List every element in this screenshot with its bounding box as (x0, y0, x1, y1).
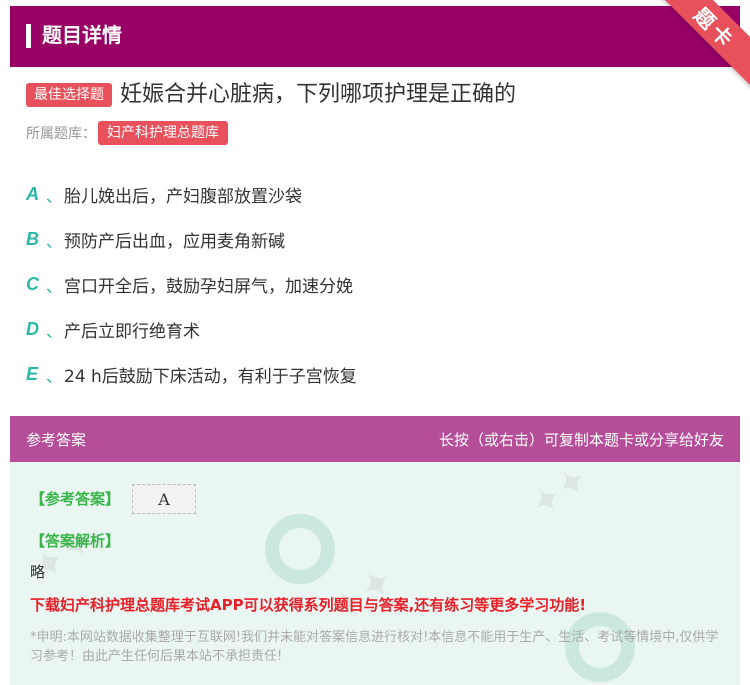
option-separator: 、 (46, 276, 63, 296)
disclaimer: *申明:本网站数据收集整理于互联网!我们并未能对答案信息进行核对!本信息不能用于… (30, 630, 719, 664)
option-letter: A (26, 184, 39, 204)
option-a[interactable]: A 、 胎儿娩出后，产妇腹部放置沙袋 (26, 172, 726, 217)
answer-panel: ✦✦ ✦✦ ✦✦ 【参考答案】 A 【答案解析】 略 下载妇产科护理总题库考试A… (10, 462, 740, 685)
header-bar: 题目详情 (10, 6, 740, 67)
options-list: A 、 胎儿娩出后，产妇腹部放置沙袋 B 、 预防产后出血，应用麦角新碱 C 、… (26, 172, 726, 397)
option-text: 宫口开全后，鼓励孕妇屏气，加速分娩 (64, 277, 353, 297)
option-separator: 、 (46, 186, 63, 206)
option-c[interactable]: C 、 宫口开全后，鼓励孕妇屏气，加速分娩 (26, 262, 726, 307)
question-bank-link[interactable]: 妇产科护理总题库 (98, 121, 228, 145)
option-letter: D (26, 319, 39, 339)
question-bank-label: 所属题库： (26, 126, 96, 142)
option-letter: C (26, 274, 39, 294)
option-text: 24 h后鼓励下床活动，有利于子宫恢复 (64, 367, 357, 387)
answer-section-title: 参考答案 (26, 430, 87, 449)
corner-ribbon-label: 题卡 (689, 2, 741, 54)
option-separator: 、 (46, 321, 63, 341)
question-row: 最佳选择题 妊娠合并心脏病，下列哪项护理是正确的 (26, 78, 726, 112)
option-text: 胎儿娩出后，产妇腹部放置沙袋 (64, 187, 302, 207)
question-text: 妊娠合并心脏病，下列哪项护理是正确的 (120, 82, 517, 107)
answer-label: 【参考答案】 (30, 490, 121, 508)
option-separator: 、 (46, 366, 63, 386)
option-b[interactable]: B 、 预防产后出血，应用麦角新碱 (26, 217, 726, 262)
option-letter: E (26, 364, 39, 384)
answer-value-image: A (132, 484, 196, 514)
share-hint: 长按（或右击）可复制本题卡或分享给好友 (438, 430, 724, 449)
question-bank-row: 所属题库： 妇产科护理总题库 (26, 120, 228, 146)
header-accent-bar (26, 24, 31, 48)
page-title: 题目详情 (42, 23, 122, 47)
answer-bar: 参考答案 长按（或右击）可复制本题卡或分享给好友 (10, 416, 740, 462)
app-download-link[interactable]: 下载妇产科护理总题库考试APP可以获得系列题目与答案,还有练习等更多学习功能! (30, 594, 586, 615)
option-d[interactable]: D 、 产后立即行绝育术 (26, 307, 726, 352)
option-text: 预防产后出血，应用麦角新碱 (64, 232, 285, 252)
watermark-logo-icon (265, 514, 335, 584)
option-e[interactable]: E 、 24 h后鼓励下床活动，有利于子宫恢复 (26, 352, 726, 397)
option-separator: 、 (46, 231, 63, 251)
explanation-label: 【答案解析】 (30, 532, 121, 550)
question-type-badge: 最佳选择题 (26, 83, 112, 107)
watermark: ✦✦ (523, 462, 597, 527)
explanation-text: 略 (30, 563, 46, 581)
option-text: 产后立即行绝育术 (64, 322, 200, 342)
option-letter: B (26, 229, 39, 249)
